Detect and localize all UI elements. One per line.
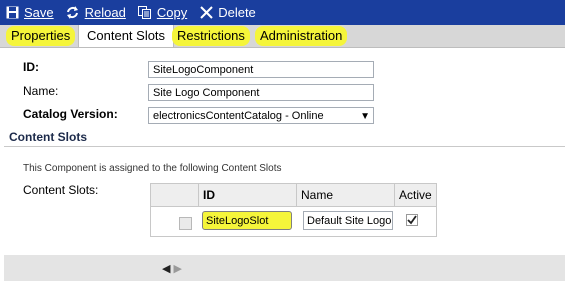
catalog-version-label: Catalog Version: xyxy=(23,107,118,121)
name-label: Name: xyxy=(23,84,59,98)
pager: ◀ ▶ xyxy=(162,262,182,275)
section-divider xyxy=(4,146,565,147)
tab-restrictions[interactable]: Restrictions xyxy=(172,26,250,46)
copy-icon xyxy=(137,6,152,20)
tab-properties[interactable]: Properties xyxy=(6,26,76,46)
checkmark-icon xyxy=(406,214,418,226)
next-page-icon[interactable]: ▶ xyxy=(174,263,182,275)
reload-button[interactable]: Reload xyxy=(66,5,126,20)
tab-content-slots[interactable]: Content Slots xyxy=(78,25,175,47)
delete-label: Delete xyxy=(218,5,256,20)
id-field[interactable]: SiteLogoComponent xyxy=(148,61,374,78)
column-header-select xyxy=(151,184,199,206)
previous-page-icon[interactable]: ◀ xyxy=(162,263,170,275)
row-select-checkbox[interactable] xyxy=(179,217,192,230)
slot-name-field[interactable]: Default Site Logo xyxy=(303,211,393,230)
reload-label: Reload xyxy=(84,5,126,20)
tab-administration[interactable]: Administration xyxy=(255,26,348,46)
refresh-icon xyxy=(66,6,80,20)
tab-bar: Properties Content Slots Restrictions Ad… xyxy=(0,25,565,48)
floppy-disk-icon xyxy=(5,6,19,20)
save-label: Save xyxy=(24,5,54,20)
catalog-version-value: electronicsContentCatalog - Online xyxy=(153,110,324,122)
save-button[interactable]: Save xyxy=(5,5,54,20)
section-info-text: This Component is assigned to the follow… xyxy=(23,163,282,174)
active-checkbox[interactable] xyxy=(406,214,418,226)
delete-button[interactable]: Delete xyxy=(199,5,256,20)
toolbar: Save Reload Copy Delete xyxy=(0,0,565,25)
footer-bar xyxy=(4,255,565,281)
content-slots-label: Content Slots: xyxy=(23,183,99,197)
id-label: ID: xyxy=(23,60,39,74)
column-header-id: ID xyxy=(199,184,297,206)
catalog-version-select[interactable]: electronicsContentCatalog - Online ▼ xyxy=(148,107,374,124)
table-header: ID Name Active xyxy=(151,184,436,207)
copy-button[interactable]: Copy xyxy=(137,5,188,20)
close-icon xyxy=(199,6,213,20)
section-title: Content Slots xyxy=(9,130,87,144)
column-header-active: Active xyxy=(399,188,432,202)
column-header-name: Name xyxy=(297,184,395,206)
copy-label: Copy xyxy=(156,5,188,20)
name-field[interactable]: Site Logo Component xyxy=(148,84,374,101)
dropdown-arrow-icon[interactable]: ▼ xyxy=(360,108,370,125)
content-slots-table: ID Name Active SiteLogoSlot Default Site… xyxy=(150,183,437,237)
slot-id-field[interactable]: SiteLogoSlot xyxy=(202,211,292,230)
